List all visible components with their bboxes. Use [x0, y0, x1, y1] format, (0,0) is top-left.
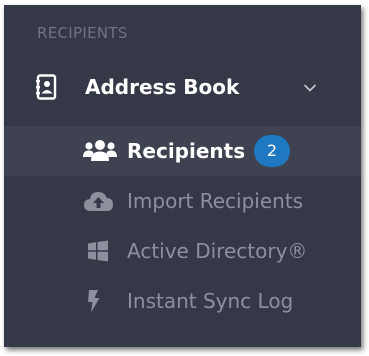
sidebar-item-import-recipients[interactable]: Import Recipients [4, 176, 361, 226]
sidebar-item-label: Instant Sync Log [127, 289, 294, 313]
sidebar-item-label: Active Directory® [127, 239, 308, 263]
users-icon [83, 140, 117, 161]
sidebar-item-label: Recipients [127, 139, 246, 163]
cloud-upload-icon [84, 192, 113, 211]
lightning-bolt-icon [88, 290, 100, 313]
sidebar-item-label: Import Recipients [127, 189, 304, 213]
address-book-icon [36, 74, 57, 100]
chevron-down-icon[interactable] [303, 83, 317, 93]
sidebar-panel: RECIPIENTS Address Book Recipients 2 Imp… [4, 5, 361, 347]
recipients-count-badge: 2 [254, 135, 290, 167]
sidebar-item-active-directory[interactable]: Active Directory® [4, 226, 361, 276]
section-header: RECIPIENTS [37, 24, 128, 42]
address-book-label: Address Book [85, 75, 240, 99]
sidebar-item-recipients[interactable]: Recipients 2 [4, 126, 361, 176]
address-book-group-toggle[interactable]: Address Book [4, 57, 361, 119]
windows-icon [88, 240, 108, 262]
sidebar-item-instant-sync-log[interactable]: Instant Sync Log [4, 276, 361, 326]
